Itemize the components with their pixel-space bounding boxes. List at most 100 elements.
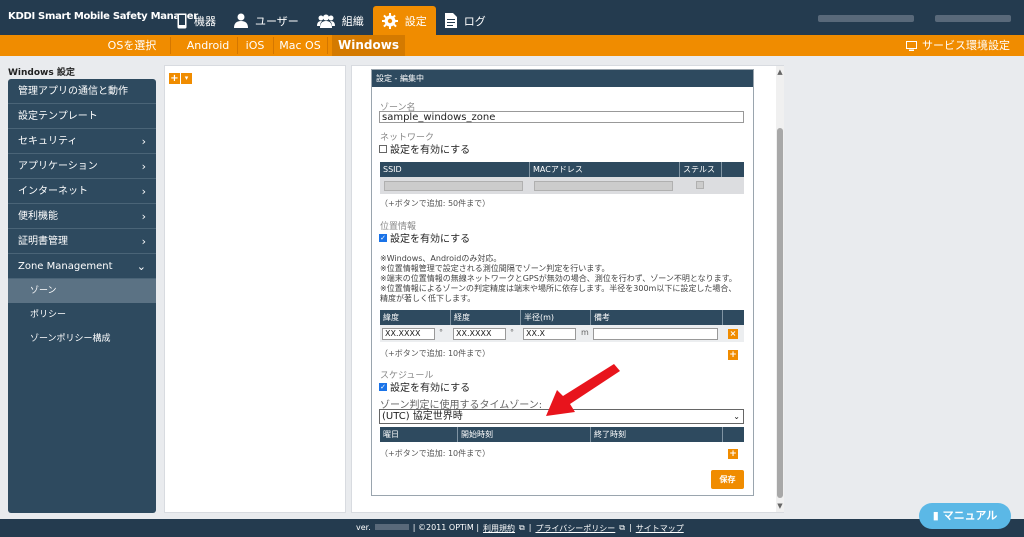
divider	[273, 37, 274, 54]
sidebar-subitem-zone[interactable]: ゾーン	[8, 279, 156, 303]
gear-icon	[381, 12, 398, 29]
scroll-down-arrow-icon[interactable]: ▼	[776, 502, 784, 510]
sidebar-item-label: 設定テンプレート	[18, 111, 98, 122]
sidebar-item-utility[interactable]: 便利機能 ›	[8, 204, 156, 229]
privacy-link[interactable]: プライバシーポリシー	[535, 523, 615, 534]
delete-row-button[interactable]: ×	[728, 329, 738, 339]
terms-link[interactable]: 利用規約	[483, 523, 515, 534]
nav-users[interactable]: ユーザー	[225, 6, 308, 35]
ssid-input-disabled	[384, 181, 523, 191]
divider	[170, 37, 171, 54]
sidebar-item-app-comm[interactable]: 管理アプリの通信と動作	[8, 79, 156, 104]
add-zone-button[interactable]: +	[169, 73, 180, 84]
save-button[interactable]: 保存	[711, 470, 744, 489]
chevron-down-icon: ⌄	[136, 260, 146, 273]
manual-button[interactable]: ▮ マニュアル	[919, 503, 1011, 529]
sidebar-item-label: 便利機能	[18, 211, 58, 222]
remarks-input[interactable]	[593, 328, 718, 340]
degree-unit: °	[439, 328, 443, 337]
sidebar-item-certificates[interactable]: 証明書管理 ›	[8, 229, 156, 254]
radius-input[interactable]: XX.X	[523, 328, 576, 340]
col-radius: 半径(m)	[521, 310, 591, 325]
col-ssid: SSID	[380, 162, 530, 177]
account-info-redacted[interactable]	[935, 15, 1011, 22]
note-line: 精度が著しく低下します。	[380, 294, 476, 303]
sidebar-item-zone-management[interactable]: Zone Management ⌄	[8, 254, 156, 279]
nav-settings[interactable]: 設定	[372, 6, 436, 35]
checkbox-label: 設定を有効にする	[390, 145, 471, 156]
manual-label: マニュアル	[942, 509, 998, 522]
scrollbar-thumb[interactable]	[777, 128, 783, 498]
os-subnav: OSを選択 Android iOS Mac OS Windows サービス環境設…	[0, 35, 1024, 56]
schedule-limit-note: （+ボタンで追加: 10件まで）	[380, 449, 491, 458]
stealth-checkbox-disabled	[696, 181, 704, 189]
tab-macos[interactable]: Mac OS	[277, 35, 323, 56]
user-icon	[234, 13, 248, 28]
book-icon: ▮	[932, 509, 939, 522]
divider	[237, 37, 238, 54]
checkbox-label: 設定を有効にする	[390, 383, 471, 394]
sidebar-item-label: インターネット	[18, 186, 88, 197]
separator: |	[629, 523, 632, 532]
tab-windows[interactable]: Windows	[332, 35, 405, 56]
checkbox-box	[379, 144, 387, 153]
sidebar-item-label: 管理アプリの通信と動作	[18, 86, 128, 97]
sidebar-item-internet[interactable]: インターネット ›	[8, 179, 156, 204]
nav-label: 設定	[404, 14, 427, 28]
sidebar-subitem-policy[interactable]: ポリシー	[8, 303, 156, 327]
checkmark-icon: ✓	[379, 233, 387, 242]
sidebar-item-label: セキュリティ	[18, 136, 78, 147]
add-schedule-button[interactable]: +	[728, 449, 738, 459]
panel-title: 設定 - 編集中	[372, 70, 753, 87]
phone-icon	[177, 13, 187, 28]
nav-label: ユーザー	[255, 14, 299, 28]
external-link-icon: ⧉	[619, 523, 626, 532]
col-remarks: 備考	[591, 310, 723, 325]
schedule-enable-checkbox[interactable]: ✓ 設定を有効にする	[379, 379, 470, 394]
nav-groups[interactable]: 組織	[308, 6, 373, 35]
latitude-input[interactable]: XX.XXXX	[382, 328, 435, 340]
location-notes: ※Windows、Androidのみ対応。 ※位置情報管理で設定される測位間隔で…	[380, 254, 748, 304]
meter-unit: m	[581, 328, 589, 337]
nav-label: 組織	[341, 14, 364, 28]
checkbox-label: 設定を有効にする	[390, 234, 471, 245]
scrollbar[interactable]: ▲ ▼	[776, 66, 784, 512]
add-dropdown-button[interactable]: ▾	[181, 73, 192, 84]
col-latitude: 緯度	[380, 310, 451, 325]
col-end-time: 終了時刻	[591, 427, 723, 442]
location-table-row: XX.XXXX ° XX.XXXX ° XX.X m ×	[380, 325, 744, 342]
location-table-header: 緯度 経度 半径(m) 備考	[380, 310, 744, 325]
zone-tree-panel: + ▾	[164, 65, 346, 513]
tab-android[interactable]: Android	[183, 35, 233, 56]
schedule-table-header: 曜日 開始時刻 終了時刻	[380, 427, 744, 442]
chevron-right-icon: ›	[141, 135, 146, 148]
tab-ios[interactable]: iOS	[241, 35, 269, 56]
user-info-redacted[interactable]	[818, 15, 914, 22]
external-link-icon: ⧉	[519, 523, 525, 532]
sidebar-item-template[interactable]: 設定テンプレート	[8, 104, 156, 129]
col-mac: MACアドレス	[530, 162, 680, 177]
add-location-button[interactable]: +	[728, 350, 738, 360]
sidebar-item-label: Zone Management	[18, 261, 113, 272]
divider	[327, 37, 328, 54]
copyright: | ©2011 OPTiM |	[412, 523, 480, 532]
settings-area: 設定 - 編集中 ゾーン名 sample_windows_zone ネットワーク…	[351, 65, 784, 513]
sidebar-subitem-zone-policy[interactable]: ゾーンポリシー構成	[8, 327, 156, 351]
network-enable-checkbox[interactable]: 設定を有効にする	[379, 141, 470, 156]
nav-logs[interactable]: ログ	[436, 6, 495, 35]
os-select-label: OSを選択	[107, 39, 157, 52]
scroll-up-arrow-icon[interactable]: ▲	[776, 68, 784, 76]
zone-edit-panel: 設定 - 編集中 ゾーン名 sample_windows_zone ネットワーク…	[371, 69, 754, 496]
separator: |	[528, 523, 532, 532]
col-longitude: 経度	[451, 310, 521, 325]
location-enable-checkbox[interactable]: ✓ 設定を有効にする	[379, 230, 470, 245]
sitemap-link[interactable]: サイトマップ	[636, 523, 684, 534]
zone-name-input[interactable]: sample_windows_zone	[379, 111, 744, 123]
chevron-right-icon: ›	[141, 160, 146, 173]
nav-devices[interactable]: 機器	[168, 6, 225, 35]
longitude-input[interactable]: XX.XXXX	[453, 328, 506, 340]
sidebar-item-application[interactable]: アプリケーション ›	[8, 154, 156, 179]
sidebar-item-security[interactable]: セキュリティ ›	[8, 129, 156, 154]
chevron-right-icon: ›	[141, 235, 146, 248]
service-settings-link[interactable]: サービス環境設定	[906, 35, 1010, 56]
